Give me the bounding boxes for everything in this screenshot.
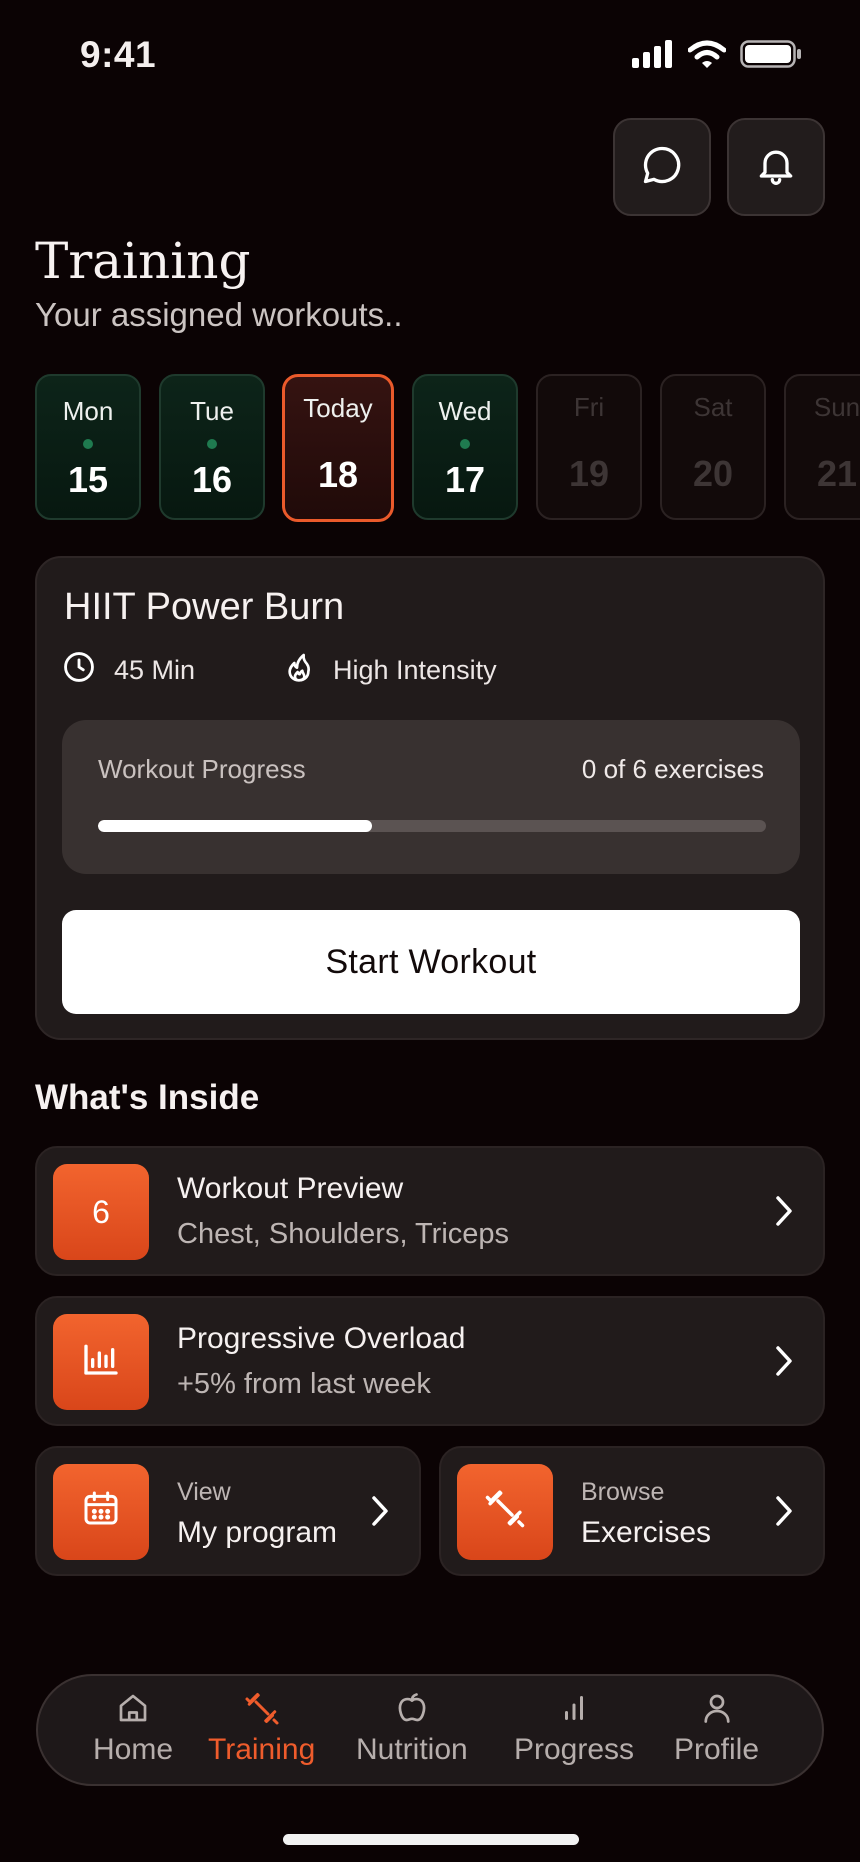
- signal-icon: [632, 40, 674, 73]
- day-number: 17: [444, 459, 486, 500]
- person-icon: [699, 1690, 735, 1731]
- tile: [53, 1314, 149, 1410]
- home-icon: [115, 1690, 151, 1731]
- flame-icon: [283, 650, 315, 691]
- day-name: Today: [303, 393, 373, 423]
- nav-label: Nutrition: [356, 1733, 468, 1766]
- day-number: 21: [816, 453, 858, 494]
- section-title: What's Inside: [35, 1078, 260, 1117]
- nav-nutrition[interactable]: Nutrition: [356, 1690, 468, 1767]
- day-name: Tue: [190, 396, 234, 426]
- bar-chart-icon: [556, 1690, 592, 1731]
- nav-label: Progress: [514, 1733, 635, 1766]
- progress-bar-fill: [98, 820, 372, 832]
- workout-title: HIIT Power Burn: [64, 586, 345, 628]
- nav-training[interactable]: Training: [208, 1690, 315, 1767]
- row-subtitle: +5% from last week: [177, 1368, 431, 1400]
- card-title: My program: [177, 1516, 338, 1549]
- progress-count: 0 of 6 exercises: [581, 754, 764, 784]
- nav-label: Profile: [674, 1733, 760, 1766]
- day-name: Sun: [813, 392, 860, 422]
- intensity-text: High Intensity: [333, 655, 497, 685]
- day-mon[interactable]: Mon 15: [35, 374, 141, 520]
- progress-label: Workout Progress: [98, 754, 306, 784]
- my-program-card[interactable]: View My program: [35, 1446, 421, 1576]
- completed-dot: [460, 439, 470, 449]
- bar-chart-icon: [81, 1338, 121, 1386]
- row-subtitle: Chest, Shoulders, Triceps: [177, 1218, 510, 1250]
- nav-progress[interactable]: Progress: [514, 1690, 634, 1767]
- workout-preview-row[interactable]: 6 Workout Preview Chest, Shoulders, Tric…: [35, 1146, 825, 1276]
- progressive-overload-row[interactable]: Progressive Overload +5% from last week: [35, 1296, 825, 1426]
- apple-icon: [394, 1690, 430, 1731]
- bottom-nav: Home Training Nutrition Progress Profile: [36, 1674, 824, 1786]
- chat-button[interactable]: [613, 118, 711, 216]
- day-number: 18: [317, 454, 359, 495]
- notifications-button[interactable]: [727, 118, 825, 216]
- workout-intensity: High Intensity: [283, 650, 497, 691]
- duration-text: 45 Min: [114, 655, 196, 685]
- day-fri[interactable]: Fri 19: [536, 374, 642, 520]
- nav-profile[interactable]: Profile: [674, 1690, 759, 1767]
- day-name: Wed: [438, 396, 492, 426]
- dumbbell-icon: [244, 1690, 280, 1731]
- day-name: Mon: [62, 396, 114, 426]
- page-subtitle: Your assigned workouts..: [35, 296, 403, 333]
- chevron-right-icon: [773, 1494, 795, 1533]
- nav-home[interactable]: Home: [93, 1690, 173, 1767]
- status-time: 9:41: [80, 34, 157, 75]
- start-workout-button[interactable]: Start Workout: [62, 910, 800, 1014]
- card-caption: Browse: [581, 1478, 665, 1506]
- day-number: 16: [191, 459, 233, 500]
- page-title: Training: [35, 232, 251, 290]
- completed-dot: [83, 439, 93, 449]
- tile: [457, 1464, 553, 1560]
- browse-exercises-card[interactable]: Browse Exercises: [439, 1446, 825, 1576]
- status-icons: [632, 40, 802, 73]
- bell-icon: [754, 143, 798, 192]
- day-name: Fri: [573, 392, 605, 422]
- chevron-right-icon: [369, 1494, 391, 1533]
- row-title: Workout Preview: [177, 1172, 404, 1205]
- day-sat[interactable]: Sat 20: [660, 374, 766, 520]
- tile: [53, 1464, 149, 1560]
- workout-card: HIIT Power Burn 45 Min High Intensity Wo…: [35, 556, 825, 1040]
- dumbbell-icon: [484, 1487, 526, 1537]
- card-caption: View: [177, 1478, 231, 1506]
- day-tue[interactable]: Tue 16: [159, 374, 265, 520]
- day-wed[interactable]: Wed 17: [412, 374, 518, 520]
- workout-duration: 45 Min: [62, 650, 195, 691]
- day-name: Sat: [693, 392, 733, 422]
- day-number: 15: [67, 459, 109, 500]
- wifi-icon: [687, 40, 727, 73]
- day-number: 19: [568, 453, 610, 494]
- chevron-right-icon: [773, 1344, 795, 1383]
- row-title: Progressive Overload: [177, 1322, 466, 1355]
- completed-dot: [207, 439, 217, 449]
- nav-label: Home: [93, 1733, 174, 1766]
- day-sun[interactable]: Sun 21: [784, 374, 860, 520]
- home-indicator[interactable]: [283, 1834, 579, 1845]
- chat-icon: [640, 143, 684, 192]
- day-number: 20: [692, 453, 734, 494]
- clock-icon: [62, 650, 96, 691]
- nav-label: Training: [208, 1733, 316, 1766]
- calendar-icon: [81, 1488, 121, 1536]
- day-selector: Mon 15 Tue 16 Today 18 Wed 17 Fri 19 Sat…: [35, 374, 860, 522]
- progress-panel: Workout Progress 0 of 6 exercises: [62, 720, 800, 874]
- chevron-right-icon: [773, 1194, 795, 1233]
- progress-bar: [98, 820, 766, 832]
- day-today[interactable]: Today 18: [282, 374, 394, 522]
- exercise-count-badge: 6: [53, 1164, 149, 1260]
- card-title: Exercises: [581, 1516, 712, 1549]
- battery-icon: [740, 40, 802, 73]
